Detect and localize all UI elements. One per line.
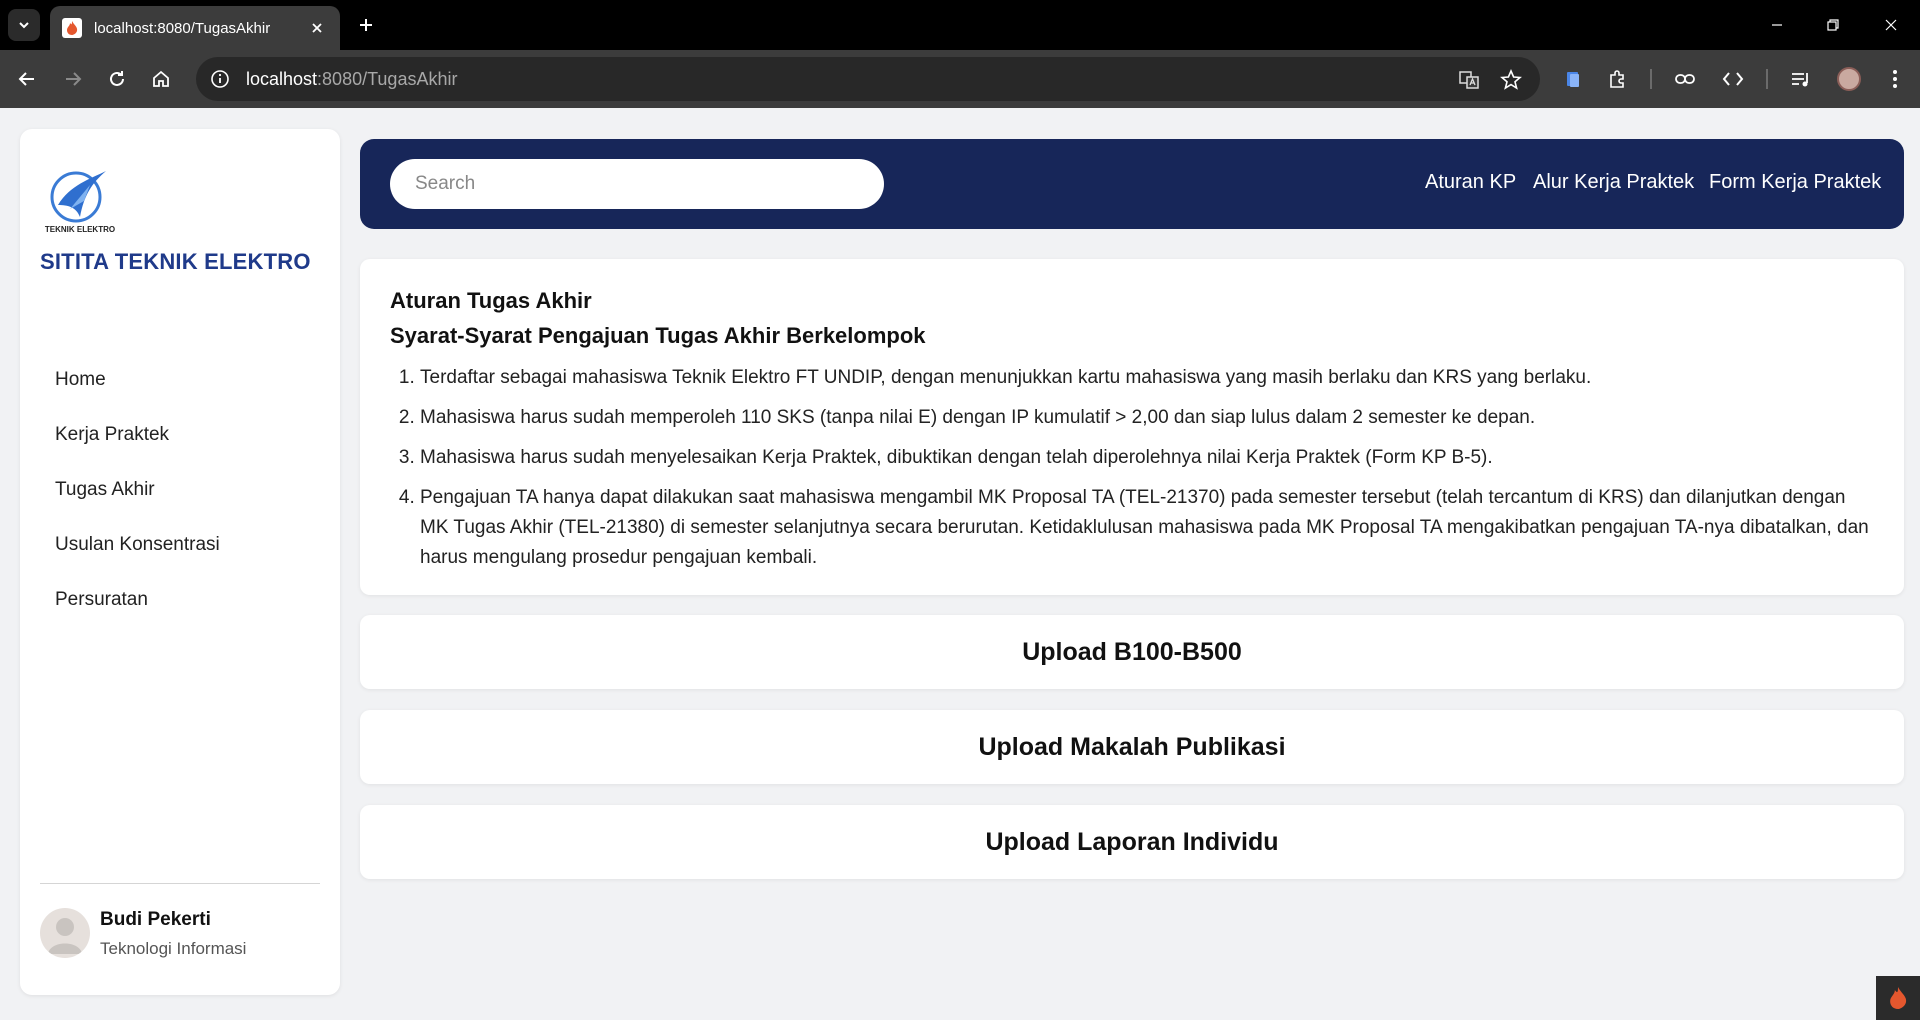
brand-title[interactable]: SITITA TEKNIK ELEKTRO: [40, 249, 311, 275]
code-icon[interactable]: [1718, 64, 1748, 94]
translate-icon[interactable]: [1456, 67, 1482, 93]
profile-avatar[interactable]: [1834, 64, 1864, 94]
close-icon: [312, 23, 322, 33]
debug-toolbar-flame-icon[interactable]: [1876, 976, 1920, 1020]
top-navbar: Aturan KP Alur Kerja Praktek Form Kerja …: [360, 139, 1904, 229]
home-icon: [153, 70, 169, 87]
toolbar-divider: [1650, 69, 1652, 89]
sidebar-item-home[interactable]: Home: [55, 369, 106, 391]
user-icon: [48, 918, 82, 954]
bookmark-star-icon[interactable]: [1498, 67, 1524, 93]
list-item: Terdaftar sebagai mahasiswa Teknik Elekt…: [420, 363, 1874, 393]
forward-button[interactable]: [58, 64, 88, 94]
close-window-button[interactable]: [1868, 8, 1914, 42]
rules-list: Terdaftar sebagai mahasiswa Teknik Elekt…: [390, 363, 1874, 573]
nav-link-form-kerja-praktek[interactable]: Form Kerja Praktek: [1709, 171, 1881, 194]
home-button[interactable]: [146, 64, 176, 94]
restore-icon: [1827, 19, 1839, 31]
chevron-down-icon: [19, 22, 29, 29]
media-queue-icon[interactable]: [1786, 64, 1816, 94]
flame-favicon-icon: [62, 18, 82, 38]
arrow-left-icon: [18, 72, 34, 86]
toolbar-divider: [1766, 69, 1768, 89]
plus-icon: [360, 19, 372, 31]
upload-b100-b500-button[interactable]: Upload B100-B500: [360, 615, 1904, 689]
tab-close-button[interactable]: [306, 17, 328, 39]
rules-title: Aturan Tugas Akhir: [390, 288, 592, 313]
list-item: Mahasiswa harus sudah menyelesaikan Kerj…: [420, 443, 1874, 473]
restore-button[interactable]: [1810, 8, 1856, 42]
url-path: :8080/TugasAkhir: [317, 68, 458, 89]
arrow-right-icon: [66, 72, 82, 86]
new-tab-button[interactable]: [352, 11, 380, 39]
site-info-icon[interactable]: [208, 67, 232, 91]
nav-link-aturan-kp[interactable]: Aturan KP: [1425, 171, 1516, 194]
reload-button[interactable]: [102, 64, 132, 94]
browser-toolbar: localhost:8080/TugasAkhir: [0, 50, 1920, 108]
rules-subtitle: Syarat-Syarat Pengajuan Tugas Akhir Berk…: [390, 323, 926, 348]
logo-caption: TEKNIK ELEKTRO: [44, 225, 116, 234]
browser-tabstrip: localhost:8080/TugasAkhir: [0, 0, 1920, 50]
list-item: Mahasiswa harus sudah memperoleh 110 SKS…: [420, 403, 1874, 433]
upload-laporan-individu-button[interactable]: Upload Laporan Individu: [360, 805, 1904, 879]
rules-card: Aturan Tugas Akhir Syarat-Syarat Pengaju…: [360, 259, 1904, 595]
close-icon: [1885, 19, 1897, 31]
list-item: Pengajuan TA hanya dapat dilakukan saat …: [420, 483, 1874, 573]
sidebar-item-tugas-akhir[interactable]: Tugas Akhir: [55, 479, 155, 501]
back-button[interactable]: [12, 64, 42, 94]
minimize-icon: [1772, 24, 1782, 26]
extension-docs-icon[interactable]: [1558, 64, 1588, 94]
nav-link-alur-kerja-praktek[interactable]: Alur Kerja Praktek: [1533, 171, 1694, 194]
sidebar-item-kerja-praktek[interactable]: Kerja Praktek: [55, 424, 169, 446]
reload-icon: [110, 71, 124, 86]
user-avatar[interactable]: [40, 908, 90, 958]
minimize-button[interactable]: [1754, 8, 1800, 42]
search-input[interactable]: [390, 159, 884, 209]
browser-tab[interactable]: localhost:8080/TugasAkhir: [50, 6, 340, 50]
sidebar-divider: [40, 883, 320, 884]
url-host: localhost: [246, 68, 318, 89]
tab-search-button[interactable]: [8, 9, 40, 41]
address-bar[interactable]: localhost:8080/TugasAkhir: [196, 57, 1540, 101]
user-name: Budi Pekerti: [100, 909, 211, 930]
sidebar: TEKNIK ELEKTRO SITITA TEKNIK ELEKTRO Hom…: [20, 129, 340, 995]
link-icon[interactable]: [1670, 64, 1700, 94]
tab-title: localhost:8080/TugasAkhir: [94, 19, 271, 37]
sidebar-item-persuratan[interactable]: Persuratan: [55, 589, 148, 611]
extensions-puzzle-icon[interactable]: [1602, 64, 1632, 94]
sidebar-item-usulan-konsentrasi[interactable]: Usulan Konsentrasi: [55, 534, 220, 556]
user-department: Teknologi Informasi: [100, 939, 247, 958]
upload-makalah-publikasi-button[interactable]: Upload Makalah Publikasi: [360, 710, 1904, 784]
menu-kebab-icon[interactable]: [1880, 64, 1910, 94]
